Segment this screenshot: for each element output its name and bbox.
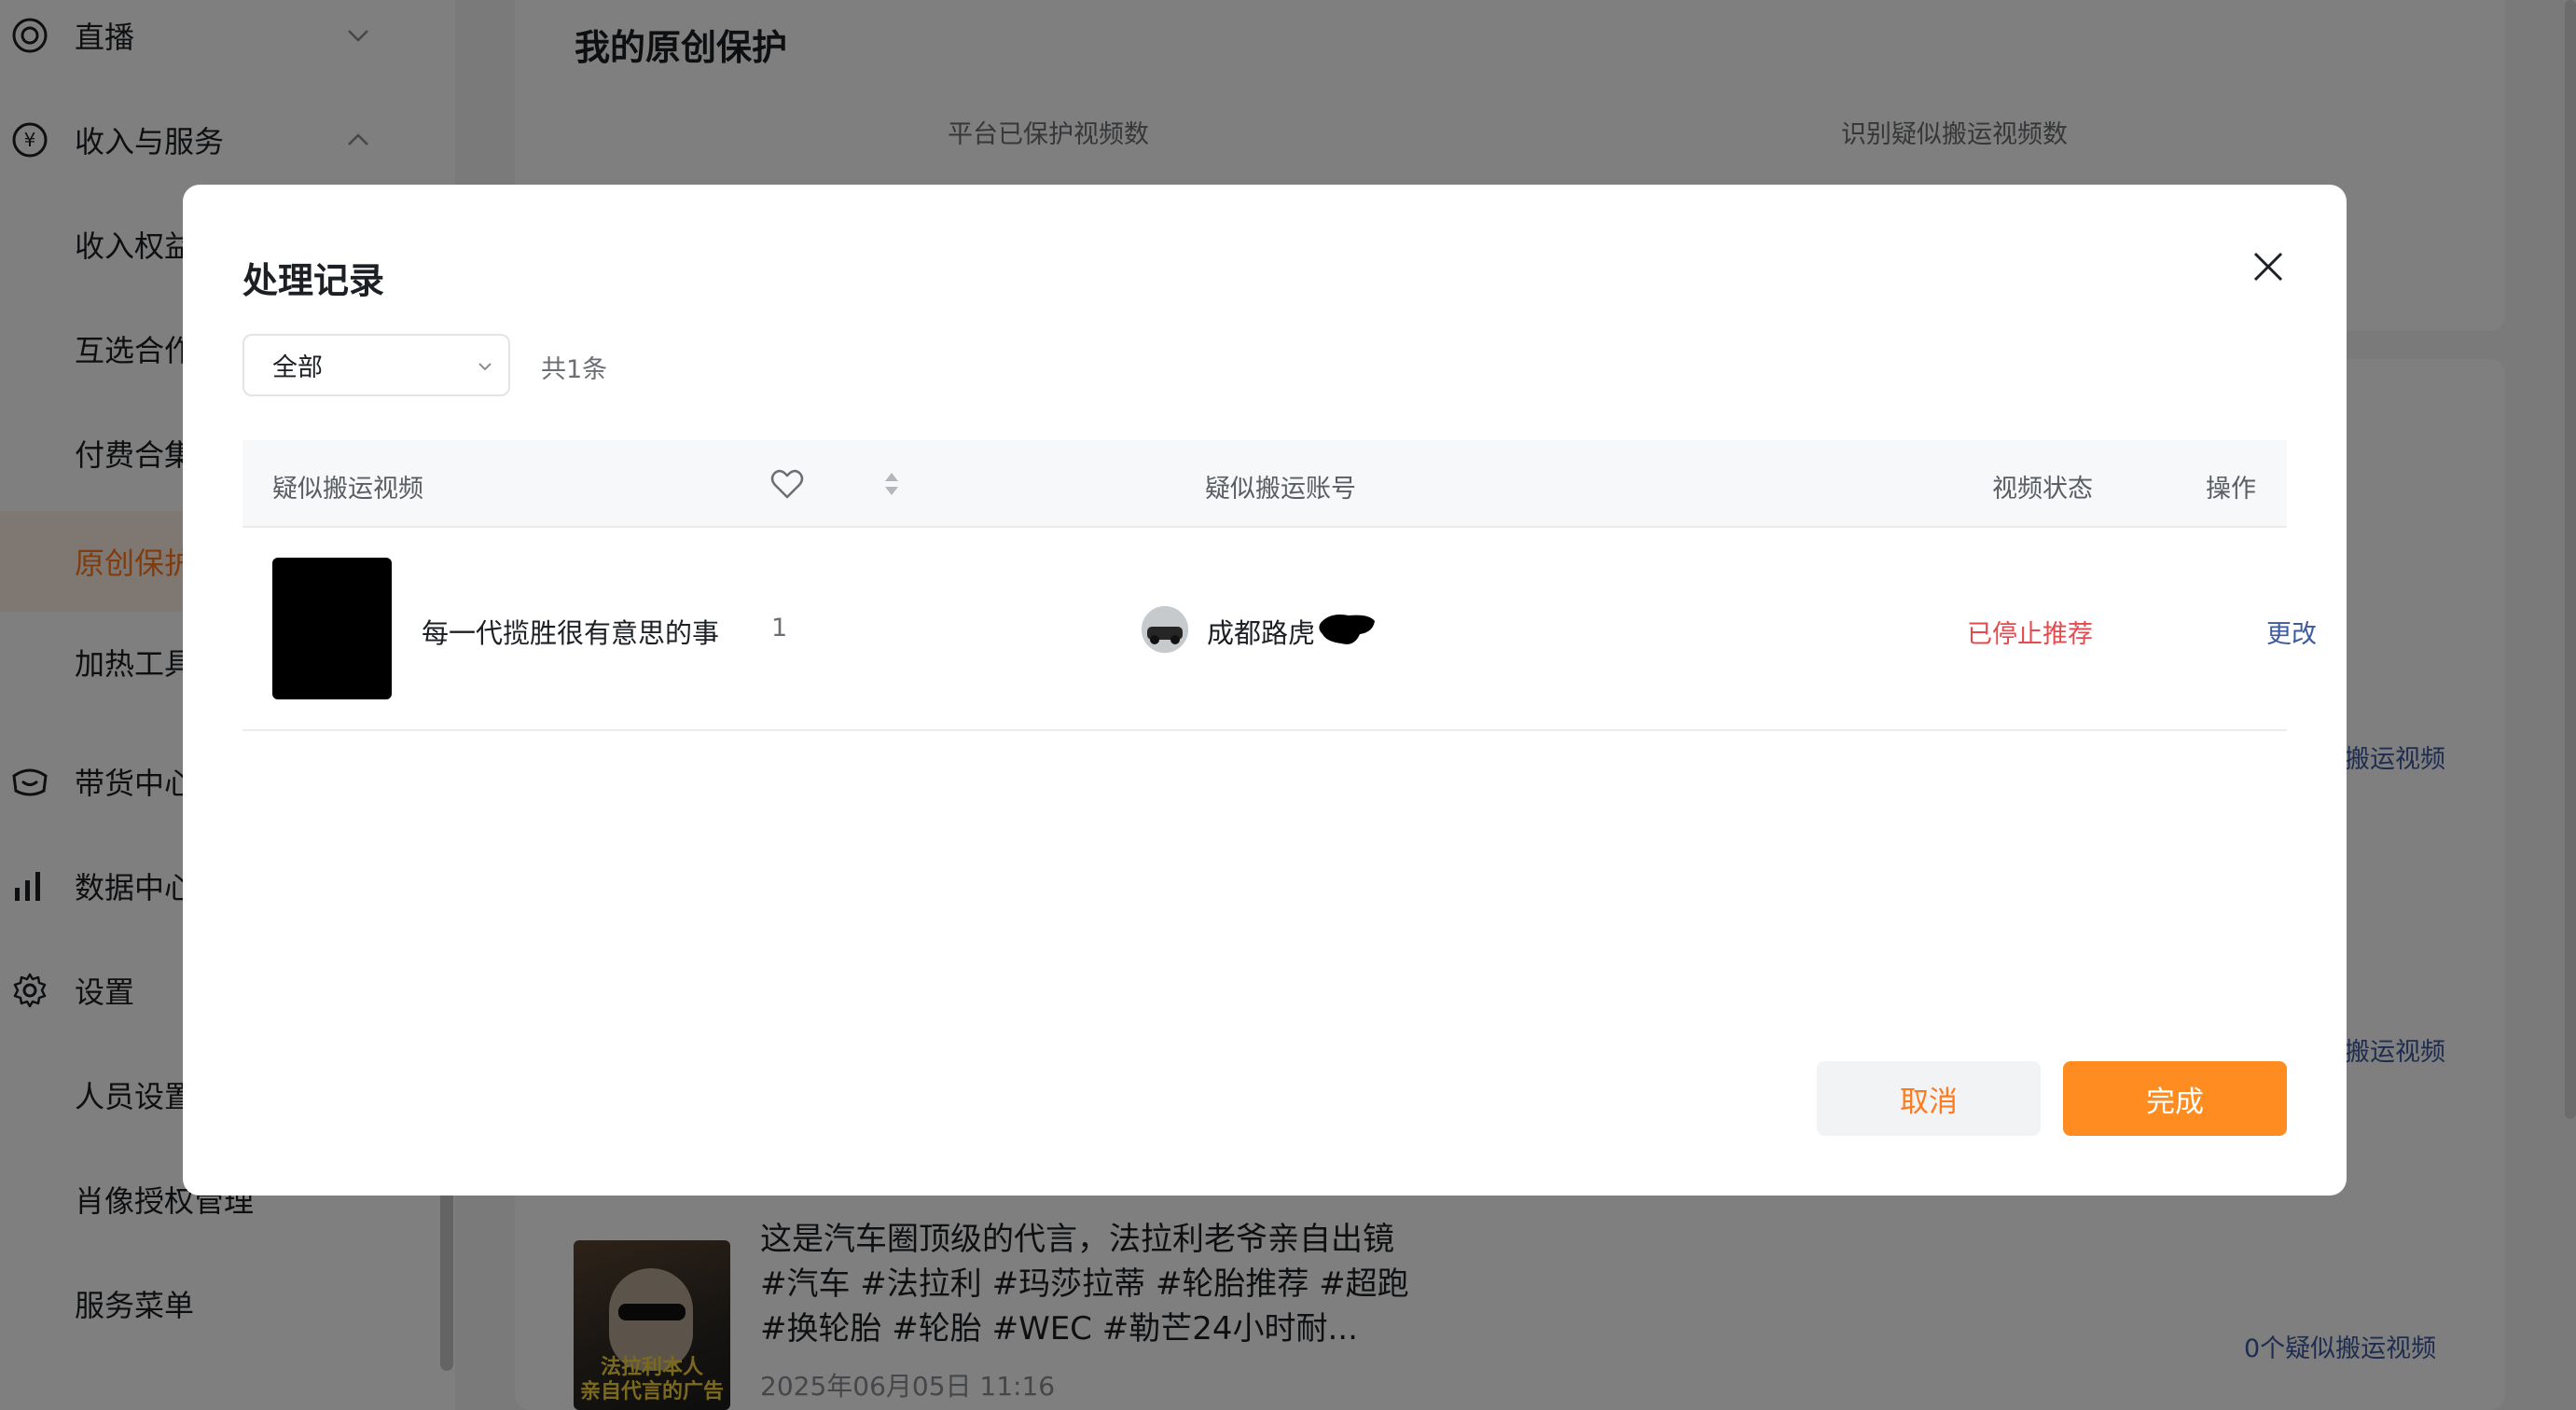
- cancel-button[interactable]: 取消: [1817, 1061, 2041, 1136]
- row-status: 已停止推荐: [1967, 620, 2093, 649]
- status-filter-select[interactable]: 全部: [242, 334, 510, 396]
- record-count: 共1条: [541, 355, 608, 384]
- row-account-name[interactable]: 成都路虎: [1207, 612, 1315, 651]
- change-action-link[interactable]: 更改: [2266, 614, 2317, 650]
- close-button[interactable]: [2248, 246, 2289, 287]
- row-like-count: 1: [771, 614, 788, 643]
- video-thumbnail[interactable]: [272, 558, 392, 699]
- dialog-title: 处理记录: [242, 260, 385, 301]
- redaction-mark: [1317, 610, 1377, 649]
- sort-icon[interactable]: [882, 470, 901, 498]
- done-button[interactable]: 完成: [2063, 1061, 2287, 1136]
- heart-icon: [770, 468, 804, 500]
- row-video-title[interactable]: 每一代揽胜很有意思的事: [422, 612, 719, 651]
- close-icon: [2253, 252, 2283, 282]
- column-header-account: 疑似搬运账号: [1205, 475, 1356, 504]
- avatar[interactable]: [1142, 606, 1188, 653]
- table-header: 疑似搬运视频 疑似搬运账号 视频状态 操作: [242, 440, 2287, 528]
- processing-records-dialog: 处理记录 全部 共1条 疑似搬运视频 疑似搬运账号 视频状态 操作 每一代揽胜很…: [183, 185, 2347, 1196]
- column-header-video: 疑似搬运视频: [272, 475, 423, 504]
- column-header-status: 视频状态: [1992, 475, 2093, 504]
- filter-selected-value: 全部: [272, 353, 323, 382]
- chevron-down-icon: [475, 354, 495, 375]
- column-header-action: 操作: [2206, 475, 2256, 504]
- table-row: 每一代揽胜很有意思的事 1 成都路虎 已停止推荐 更改: [242, 528, 2317, 731]
